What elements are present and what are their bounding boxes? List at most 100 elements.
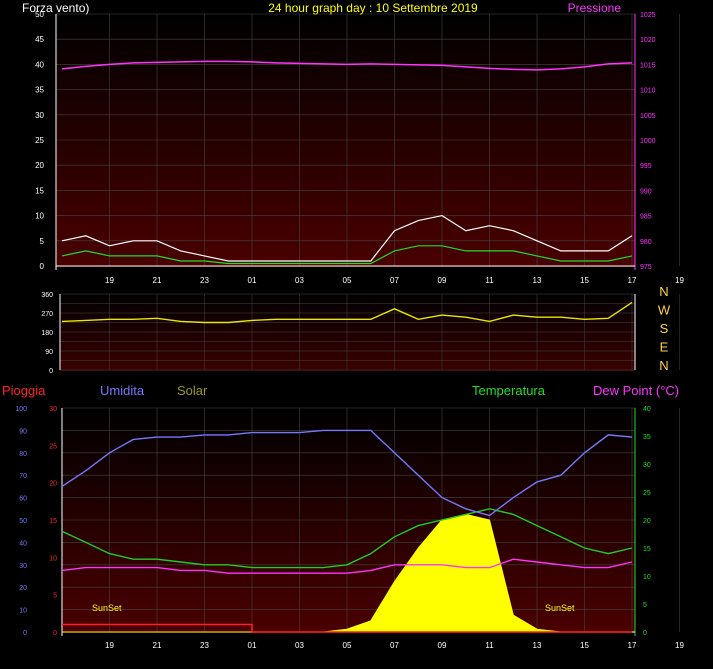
humidity-axis-tick-9: 90 (19, 428, 27, 435)
temperature-axis-tick-2: 10 (643, 574, 651, 581)
humidity-axis-tick-3: 30 (19, 563, 27, 570)
pressure-axis-tick-4: 995 (640, 163, 652, 170)
wind-axis-tick-8: 40 (35, 60, 44, 69)
time-tick-3: 01 (248, 276, 257, 285)
temperature-axis-tick-8: 40 (643, 406, 651, 413)
direction-axis-tick-0: 0 (49, 368, 53, 375)
humidity-label: Umidita (100, 383, 145, 398)
time-tick-11: 17 (628, 276, 637, 285)
humidity-axis-tick-6: 60 (19, 496, 27, 503)
rain-axis-tick-6: 30 (49, 406, 57, 413)
temperature-axis-tick-7: 35 (643, 434, 651, 441)
direction-axis-tick-4: 180 (41, 330, 53, 337)
wind-axis-tick-4: 20 (35, 161, 44, 170)
compass-3: E (660, 340, 669, 355)
compass-2: S (660, 321, 669, 336)
wind-axis-tick-10: 50 (35, 10, 44, 19)
rain-axis-tick-1: 5 (53, 593, 57, 600)
humidity-axis-tick-2: 20 (19, 585, 27, 592)
wind-axis-tick-1: 5 (40, 237, 45, 246)
rain-label: Pioggia (2, 383, 46, 398)
time-tick-12: 19 (675, 641, 684, 650)
time-tick-11: 17 (628, 641, 637, 650)
pressure-axis-tick-6: 1005 (640, 113, 656, 120)
time-tick-8: 11 (485, 276, 494, 285)
direction-axis-tick-6: 270 (41, 311, 53, 318)
pressure-axis-tick-10: 1025 (640, 12, 656, 19)
time-tick-1: 21 (153, 276, 162, 285)
wind-axis-tick-6: 30 (35, 111, 44, 120)
time-tick-1: 21 (153, 641, 162, 650)
time-tick-5: 05 (343, 276, 352, 285)
temperature-axis-tick-0: 0 (643, 630, 647, 637)
time-tick-5: 05 (343, 641, 352, 650)
time-tick-4: 03 (295, 641, 304, 650)
wind-axis-tick-9: 45 (35, 35, 44, 44)
time-tick-9: 13 (533, 276, 542, 285)
temperature-axis-tick-3: 15 (643, 546, 651, 553)
humidity-axis-tick-1: 10 (19, 608, 27, 615)
time-tick-7: 09 (438, 276, 447, 285)
pressure-axis-tick-1: 980 (640, 239, 652, 246)
pressure-axis-tick-8: 1015 (640, 62, 656, 69)
weather-graph: Forza vento) 24 hour graph day : 10 Sett… (2, 1, 684, 650)
rain-axis-tick-2: 10 (49, 555, 57, 562)
humidity-axis-tick-5: 50 (19, 518, 27, 525)
wind-speed-label: Forza vento) (22, 1, 89, 15)
humidity-axis-tick-8: 80 (19, 451, 27, 458)
compass-labels: NWSEN (658, 284, 671, 373)
rain-axis-tick-5: 25 (49, 443, 57, 450)
pressure-axis-tick-5: 1000 (640, 138, 656, 145)
time-tick-7: 09 (438, 641, 447, 650)
wind-axis-tick-5: 25 (35, 136, 44, 145)
temperature-axis-tick-4: 20 (643, 518, 651, 525)
sunset-annotation-left: SunSet (92, 603, 122, 613)
rain-humidity-plot-area (62, 408, 635, 633)
time-tick-6: 07 (390, 641, 399, 650)
wind-axis-tick-3: 15 (35, 186, 44, 195)
pressure-axis-tick-2: 985 (640, 214, 652, 221)
humidity-axis-tick-4: 40 (19, 540, 27, 547)
dewpoint-label: Dew Point (°C) (593, 383, 679, 398)
compass-1: W (658, 303, 671, 318)
humidity-axis-tick-0: 0 (23, 630, 27, 637)
wind-axis-tick-7: 35 (35, 86, 44, 95)
rain-axis-tick-3: 15 (49, 518, 57, 525)
time-tick-9: 13 (533, 641, 542, 650)
temperature-axis-tick-6: 30 (643, 462, 651, 469)
wind-pressure-time-ticks: 192123010305070911131517192123 (105, 276, 684, 285)
time-tick-10: 15 (580, 641, 589, 650)
direction-axis-tick-2: 90 (45, 349, 53, 356)
page-title: 24 hour graph day : 10 Settembre 2019 (268, 1, 478, 15)
compass-4: N (659, 358, 668, 373)
rain-axis-tick-0: 0 (53, 630, 57, 637)
time-tick-0: 19 (105, 641, 114, 650)
pressure-label: Pressione (568, 1, 622, 15)
temperature-axis-tick-5: 25 (643, 490, 651, 497)
time-tick-6: 07 (390, 276, 399, 285)
time-tick-2: 23 (200, 641, 209, 650)
temperature-label: Temperatura (472, 383, 546, 398)
time-tick-2: 23 (200, 276, 209, 285)
time-tick-4: 03 (295, 276, 304, 285)
pressure-axis-tick-7: 1010 (640, 88, 656, 95)
rain-humidity-time-ticks: 192123010305070911131517192123 (105, 641, 684, 650)
wind-axis-tick-2: 10 (35, 212, 44, 221)
wind-axis-tick-0: 0 (40, 262, 45, 271)
sunset-annotation-right: SunSet (545, 603, 575, 613)
humidity-axis-tick-7: 70 (19, 473, 27, 480)
wind-pressure-plot-area (56, 14, 635, 267)
time-tick-3: 01 (248, 641, 257, 650)
rain-axis-tick-4: 20 (49, 481, 57, 488)
time-tick-0: 19 (105, 276, 114, 285)
humidity-axis-tick-10: 100 (15, 406, 27, 413)
time-tick-8: 11 (485, 641, 494, 650)
time-tick-10: 15 (580, 276, 589, 285)
time-tick-12: 19 (675, 276, 684, 285)
pressure-axis-tick-9: 1020 (640, 37, 656, 44)
pressure-axis-tick-3: 990 (640, 188, 652, 195)
pressure-axis-tick-0: 975 (640, 264, 652, 271)
direction-axis-tick-8: 360 (41, 292, 53, 299)
temperature-axis-tick-1: 5 (643, 602, 647, 609)
compass-0: N (659, 284, 668, 299)
